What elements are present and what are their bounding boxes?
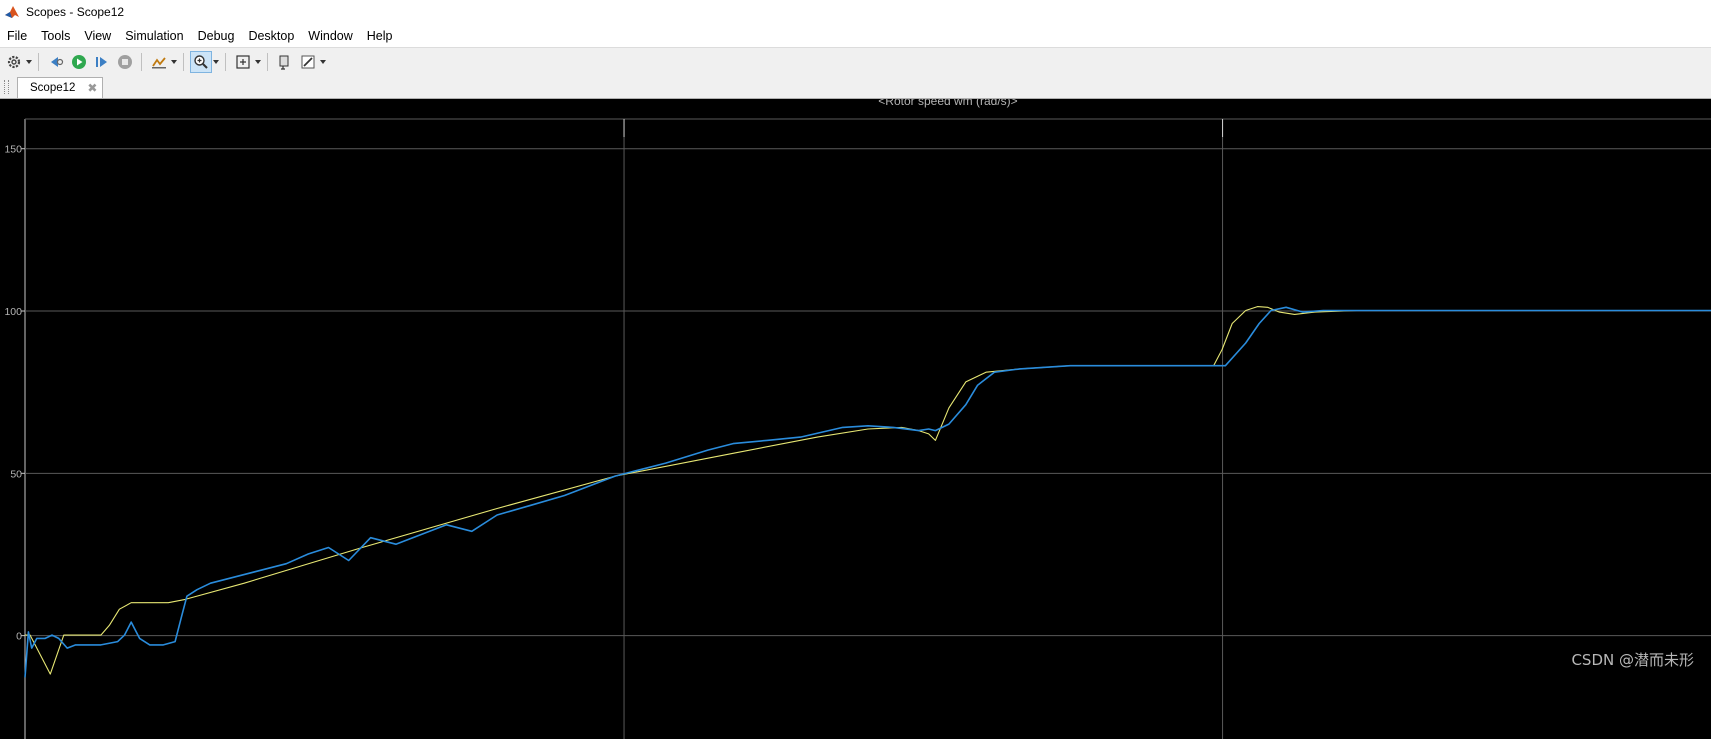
menu-bar: File Tools View Simulation Debug Desktop… <box>0 24 1711 48</box>
tab-grip-handle[interactable] <box>4 80 9 94</box>
step-forward-icon[interactable] <box>91 51 113 73</box>
matlab-logo-icon <box>5 6 19 18</box>
menu-tools[interactable]: Tools <box>34 25 77 47</box>
series-reference-line <box>25 306 1711 675</box>
tick-label-y: 0 <box>16 631 22 643</box>
stop-icon[interactable] <box>114 51 136 73</box>
style-dropdown-icon[interactable] <box>319 51 327 73</box>
tick-label-y: 50 <box>10 468 22 480</box>
watermark-text: CSDN @潜而未形 <box>1571 651 1694 669</box>
series-measured-line <box>24 306 1711 678</box>
toolbar-separator <box>183 53 184 71</box>
run-icon[interactable] <box>68 51 90 73</box>
scope-plot[interactable]: <Rotor speed wm (rad/s)> 0 50 100 150 CSDN @潜… <box>0 99 1711 739</box>
tick-label-y: 150 <box>4 144 22 156</box>
toolbar-separator <box>267 53 268 71</box>
settings-gear-icon[interactable] <box>3 51 25 73</box>
zoom-in-icon[interactable] <box>190 51 212 73</box>
menu-debug[interactable]: Debug <box>191 25 242 47</box>
scope-display[interactable]: <Rotor speed wm (rad/s)> 0 50 100 150 CSDN @潜… <box>0 99 1711 739</box>
menu-desktop[interactable]: Desktop <box>241 25 301 47</box>
menu-window[interactable]: Window <box>301 25 359 47</box>
close-icon[interactable]: ✖ <box>87 81 97 95</box>
edit-style-icon[interactable] <box>297 51 319 73</box>
fit-to-view-icon[interactable] <box>232 51 254 73</box>
tab-scope12[interactable]: Scope12 ✖ <box>17 77 103 98</box>
menu-help[interactable]: Help <box>360 25 400 47</box>
window-title: Scopes - Scope12 <box>26 5 125 19</box>
toolbar-separator <box>141 53 142 71</box>
step-back-icon[interactable] <box>45 51 67 73</box>
zoom-dropdown-icon[interactable] <box>212 51 220 73</box>
triggers-icon[interactable] <box>274 51 296 73</box>
plot-title: <Rotor speed wm (rad/s)> <box>878 99 1017 108</box>
toolbar <box>0 48 1711 77</box>
highlight-dropdown-icon[interactable] <box>170 51 178 73</box>
menu-file[interactable]: File <box>0 25 34 47</box>
toolbar-separator <box>225 53 226 71</box>
window-titlebar: Scopes - Scope12 <box>0 0 1711 25</box>
tab-bar: Scope12 ✖ <box>0 76 1711 99</box>
toolbar-separator <box>38 53 39 71</box>
tick-label-y: 100 <box>4 306 22 318</box>
tab-label: Scope12 <box>30 82 76 94</box>
menu-view[interactable]: View <box>77 25 118 47</box>
settings-dropdown-icon[interactable] <box>25 51 33 73</box>
menu-simulation[interactable]: Simulation <box>118 25 190 47</box>
highlight-signal-icon[interactable] <box>148 51 170 73</box>
fit-dropdown-icon[interactable] <box>254 51 262 73</box>
